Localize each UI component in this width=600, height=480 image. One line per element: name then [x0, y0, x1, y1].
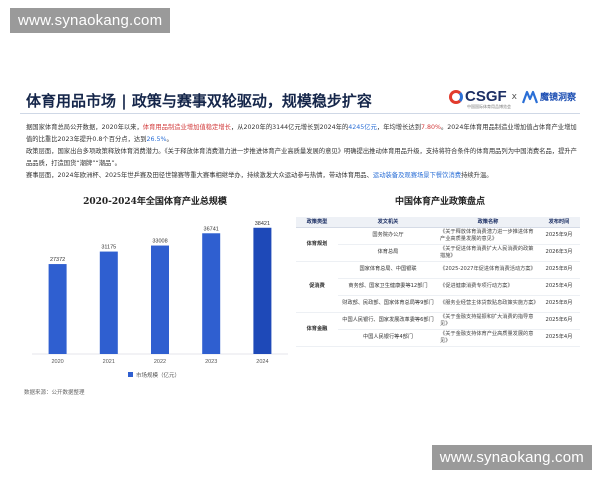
bar-2024 — [253, 227, 272, 354]
x-tick-label: 2024 — [256, 359, 268, 365]
industry-scale-bar-chart: 27372 2020 31175 2021 33008 2022 36741 2023 3842… — [32, 221, 288, 379]
policy-date-cell: 2025年6月 — [538, 312, 580, 330]
table-row: 体育总局 《关于促进体育消费扩大人民消费的政策措施》 2026年3月 — [296, 244, 580, 262]
table-row: 商务部、国家卫生健康委等12部门 《促进健康消费专项行动方案》 2025年4月 — [296, 278, 580, 296]
paragraph-text: 持续升温。 — [461, 172, 493, 179]
paragraph-text: ，年均增长达到 — [376, 124, 421, 131]
data-label: 33008 — [152, 239, 167, 245]
policy-type-cell: 体育规划 — [296, 227, 338, 262]
policy-date-cell: 2026年3月 — [538, 244, 580, 262]
bar-2021 — [99, 251, 118, 354]
table-row: 财政部、民政部、国家体育总局等9部门 《服务业经营主体贷款贴息政策实施方案》 202… — [296, 295, 580, 313]
table-header-cell: 政策名称 — [438, 217, 538, 228]
body-paragraph: 赛事层面，2024年欧洲杯、2025年世乒赛及田径世锦赛等重大赛事相继举办，持续… — [26, 170, 578, 182]
csgf-logo-icon — [448, 89, 463, 104]
policy-date-cell: 2025年8月 — [538, 295, 580, 313]
policy-org-cell: 国家体育总局、中国银联 — [338, 261, 438, 279]
bar-2023 — [202, 233, 221, 354]
body-paragraph: 据国家体育总局公开数据，2020年以来，体育用品制造业增加值稳定增长，从2020… — [26, 122, 578, 146]
paragraph-text: 赛事层面，2024年欧洲杯、2025年世乒赛及田径世锦赛等重大赛事相继举办，持续… — [26, 172, 373, 179]
paragraph-text: ，从2020年的3144亿元增长到2024年的 — [230, 124, 349, 131]
x-tick-label: 2023 — [205, 359, 217, 365]
highlight-text: 4245亿元 — [348, 124, 377, 131]
legend-swatch — [128, 372, 133, 377]
highlight-text: 体育用品制造业增加值稳定增长 — [142, 124, 231, 131]
x-tick-label: 2020 — [51, 359, 63, 365]
body-paragraph: 政策层面，国家出台多项政策释放体育消费潜力。《关于释放体育消费潜力进一步推进体育… — [26, 146, 578, 170]
legend-label: 市场规模（亿元） — [136, 371, 180, 379]
paragraph-text: 政策层面，国家出台多项政策释放体育消费潜力。《关于释放体育消费潜力进一步推进体育… — [26, 148, 577, 167]
partner-logos: CSGF 中国国际体育用品博览会 x 魔镜洞察 — [448, 88, 576, 109]
policy-type-cell: 体育金融 — [296, 312, 338, 347]
table-row: 体育金融 中国人民银行、国家发展改革委等6部门 《关于金融支持提振和扩大消费的指导意… — [296, 312, 580, 347]
bar-2022 — [151, 245, 169, 354]
x-tick-label: 2022 — [154, 359, 166, 365]
paragraph-text: 据国家体育总局公开数据，2020年以来， — [26, 124, 143, 131]
table-row: 体育规划 国务院办公厅 《关于释放体育消费潜力进一步推进体育产业高质量发展的意见》 2… — [296, 227, 580, 262]
source-note: 数据来源：公开数据整理 — [24, 390, 85, 396]
policy-name-cell: 《促进健康消费专项行动方案》 — [438, 278, 538, 296]
bar-2020 — [48, 264, 67, 354]
title-row: 体育用品市场 | 政策与赛事双轮驱动，规模稳步扩容 CSGF 中国国际体育用品博… — [20, 88, 580, 114]
table-row: 促消费 国家体育总局、中国银联 《2025-2027年促进体育消费活动方案》 2025… — [296, 261, 580, 313]
policy-name-cell: 《2025-2027年促进体育消费活动方案》 — [438, 261, 538, 279]
policy-name-cell: 《关于促进体育消费扩大人民消费的政策措施》 — [438, 244, 538, 262]
policy-table: 政策类型 发文机关 政策名称 发布时间 体育规划 国务院办公厅 《关于释放体育消费潜… — [296, 217, 580, 347]
paragraph-text: 。 — [166, 136, 173, 143]
policy-org-cell: 国务院办公厅 — [338, 227, 438, 245]
watermark-top: www.synaokang.com — [10, 8, 171, 33]
policy-date-cell: 2025年8月 — [538, 261, 580, 279]
table-header-cell: 发文机关 — [338, 217, 438, 228]
intro-text: 据国家体育总局公开数据，2020年以来，体育用品制造业增加值稳定增长，从2020… — [26, 122, 578, 182]
policy-name-cell: 《关于金融支持提振和扩大消费的指导意见》 — [438, 312, 538, 330]
mjdc-logo-text: 魔镜洞察 — [539, 93, 576, 103]
policy-org-cell: 中国人民银行、国家发展改革委等6部门 — [338, 312, 438, 330]
csgf-logo: CSGF 中国国际体育用品博览会 — [448, 88, 511, 109]
watermark-bottom: www.synaokang.com — [431, 445, 592, 470]
data-label: 27372 — [50, 257, 65, 263]
report-slide: 体育用品市场 | 政策与赛事双轮驱动，规模稳步扩容 CSGF 中国国际体育用品博… — [20, 72, 580, 402]
policy-org-cell: 商务部、国家卫生健康委等12部门 — [338, 278, 438, 296]
highlight-text: 7.80% — [420, 124, 441, 131]
mjdc-logo-icon — [521, 90, 538, 103]
table-title: 中国体育产业政策盘点 — [394, 197, 485, 207]
table-header-cell: 政策类型 — [296, 217, 338, 228]
page-title: 体育用品市场 | 政策与赛事双轮驱动，规模稳步扩容 — [26, 92, 372, 110]
policy-org-cell: 体育总局 — [338, 244, 438, 262]
policy-date-cell: 2025年9月 — [538, 227, 580, 245]
table-row: 中国人民银行等4部门 《关于金融支持体育产业高质量发展的意见》 2025年4月 — [296, 329, 580, 347]
policy-org-cell: 中国人民银行等4部门 — [338, 329, 438, 347]
policy-date-cell: 2025年4月 — [538, 329, 580, 347]
mjdc-logo: 魔镜洞察 — [521, 90, 576, 104]
policy-type-cell: 促消费 — [296, 261, 338, 313]
logo-separator: x — [511, 91, 517, 102]
policy-name-cell: 《关于金融支持体育产业高质量发展的意见》 — [438, 329, 538, 347]
policy-name-cell: 《关于释放体育消费潜力进一步推进体育产业高质量发展的意见》 — [438, 227, 538, 245]
table-header-cell: 发布时间 — [538, 217, 580, 228]
highlight-text: 运动装备及观赛场景下餐饮消费 — [372, 172, 462, 179]
data-label: 36741 — [204, 226, 219, 232]
csgf-logo-text: CSGF — [464, 88, 507, 105]
policy-org-cell: 财政部、民政部、国家体育总局等9部门 — [338, 295, 438, 313]
data-label: 38421 — [255, 221, 270, 227]
table-header-row: 政策类型 发文机关 政策名称 发布时间 — [296, 217, 580, 228]
csgf-logo-subtitle: 中国国际体育用品博览会 — [466, 104, 511, 109]
policy-date-cell: 2025年4月 — [538, 278, 580, 296]
data-label: 31175 — [101, 245, 116, 251]
highlight-text: 26.5% — [146, 136, 167, 143]
x-tick-label: 2021 — [103, 359, 115, 365]
policy-name-cell: 《服务业经营主体贷款贴息政策实施方案》 — [438, 295, 539, 313]
